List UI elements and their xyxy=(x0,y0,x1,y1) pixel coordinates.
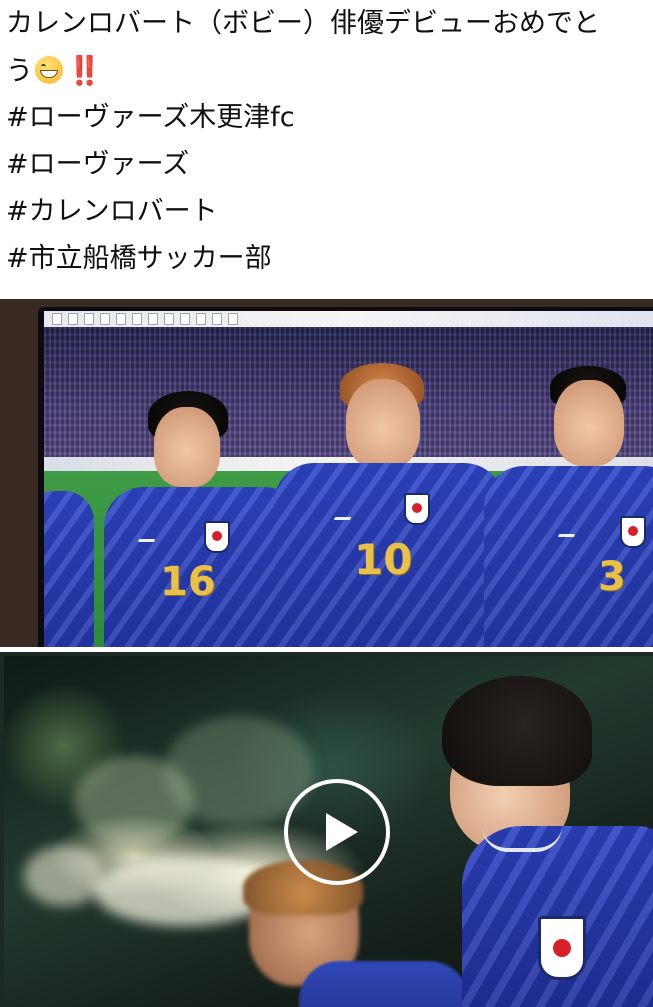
double-exclamation-icon: ‼️ xyxy=(67,54,102,87)
post-video[interactable] xyxy=(0,652,653,1007)
player-head xyxy=(554,380,624,466)
post-text: カレンロバート（ボビー）俳優デビューおめでと う ‼️ #ローヴァーズ木更津fc … xyxy=(6,0,653,282)
sponsor-banner xyxy=(44,311,653,327)
jersey-number: 16 xyxy=(160,559,216,605)
player-head xyxy=(346,379,420,469)
hashtag-link[interactable]: #ローヴァーズ xyxy=(6,141,653,188)
hashtag-link[interactable]: #ローヴァーズ木更津fc xyxy=(6,94,653,141)
play-icon xyxy=(326,813,358,851)
video-player-background xyxy=(239,860,469,1007)
jfa-crest-icon xyxy=(204,521,230,553)
hashtag-link[interactable]: #市立船橋サッカー部 xyxy=(6,235,653,282)
jfa-crest-icon xyxy=(620,516,646,548)
player-partial-shirt xyxy=(44,491,94,647)
player-shirt xyxy=(484,466,653,647)
jfa-crest-icon xyxy=(538,916,586,980)
post-line-1: カレンロバート（ボビー）俳優デビューおめでと xyxy=(6,8,600,39)
jersey-number: 10 xyxy=(354,535,413,584)
jfa-crest-icon xyxy=(404,493,430,525)
video-player-foreground xyxy=(442,676,653,1007)
tv-screen: 16 10 3 xyxy=(44,311,653,647)
post-line-2-text: う xyxy=(6,56,33,87)
player-hair xyxy=(442,676,592,786)
post-line-2: う ‼️ xyxy=(6,47,653,94)
grinning-face-icon xyxy=(35,56,63,84)
bokeh-light xyxy=(24,846,104,906)
post-photo[interactable]: 16 10 3 xyxy=(0,299,653,647)
player-10: 10 xyxy=(274,363,504,647)
jersey-number: 3 xyxy=(598,554,626,600)
player-head xyxy=(154,407,220,487)
hashtag-link[interactable]: #カレンロバート xyxy=(6,188,653,235)
play-button[interactable] xyxy=(284,779,390,885)
player-3: 3 xyxy=(484,366,653,647)
